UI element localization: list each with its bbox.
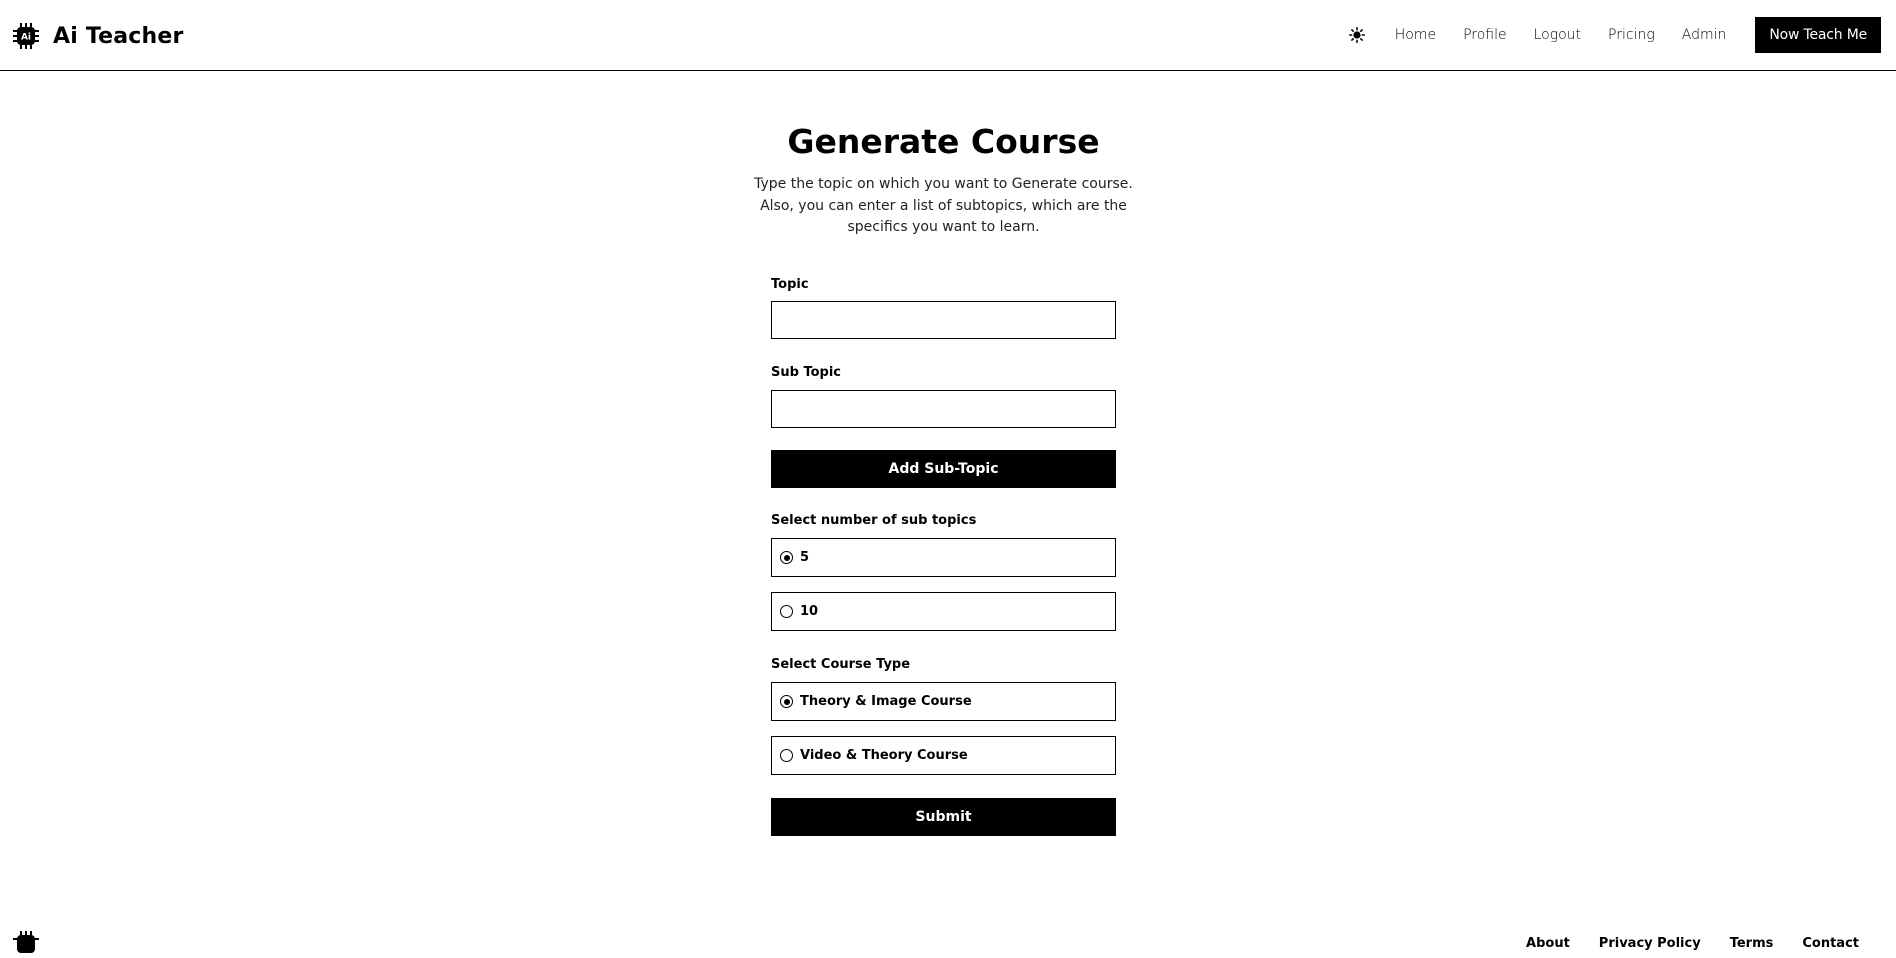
nav-logout-link[interactable]: Logout [1534, 27, 1581, 43]
nav-admin-link[interactable]: Admin [1682, 27, 1727, 43]
top-navbar: Ai Ai Teacher Home Profile Logout Pricin… [0, 0, 1896, 71]
description-line: Type the topic on which you want to Gene… [754, 176, 1133, 192]
footer-chip-logo-icon [13, 931, 39, 953]
now-teach-me-button[interactable]: Now Teach Me [1755, 17, 1881, 53]
course-type-label: Select Course Type [771, 657, 911, 672]
nav-pricing-link[interactable]: Pricing [1608, 27, 1655, 43]
sun-icon [1348, 27, 1365, 43]
course-type-option-video-theory[interactable]: Video & Theory Course [771, 736, 1116, 775]
subtopic-count-option-10[interactable]: 10 [771, 592, 1116, 631]
topic-label: Topic [771, 277, 809, 292]
option-label: 10 [800, 604, 819, 619]
subtopic-input[interactable] [771, 390, 1116, 428]
main-nav: Home Profile Logout Pricing Admin Now Te… [1345, 17, 1881, 53]
chip-logo-icon: Ai [13, 23, 39, 49]
option-label: Video & Theory Course [800, 748, 968, 763]
brand-name: Ai Teacher [53, 23, 184, 49]
option-label: Theory & Image Course [800, 694, 972, 709]
description-line: Also, you can enter a list of subtopics,… [760, 197, 1127, 214]
radio-button-checked[interactable] [780, 695, 793, 708]
subtopic-count-option-5[interactable]: 5 [771, 538, 1116, 577]
subtopic-count-label: Select number of sub topics [771, 513, 977, 528]
page-description: Type the topic on which you want to Gene… [711, 174, 1176, 239]
subtopic-label: Sub Topic [771, 365, 841, 380]
course-type-option-theory-image[interactable]: Theory & Image Course [771, 682, 1116, 721]
nav-home-link[interactable]: Home [1395, 27, 1436, 43]
description-line: specifics you want to learn. [847, 219, 1040, 235]
brand[interactable]: Ai Ai Teacher [12, 19, 184, 53]
option-label: 5 [800, 550, 810, 565]
radio-button-checked[interactable] [780, 551, 793, 564]
topic-input[interactable] [771, 301, 1116, 339]
submit-button[interactable]: Submit [771, 798, 1116, 836]
logo-text: Ai [21, 33, 31, 43]
nav-profile-link[interactable]: Profile [1463, 27, 1507, 43]
theme-toggle-button[interactable] [1345, 23, 1369, 47]
radio-button[interactable] [780, 749, 793, 762]
add-subtopic-button[interactable]: Add Sub-Topic [771, 450, 1116, 488]
page-title: Generate Course [787, 122, 1100, 161]
radio-button[interactable] [780, 605, 793, 618]
